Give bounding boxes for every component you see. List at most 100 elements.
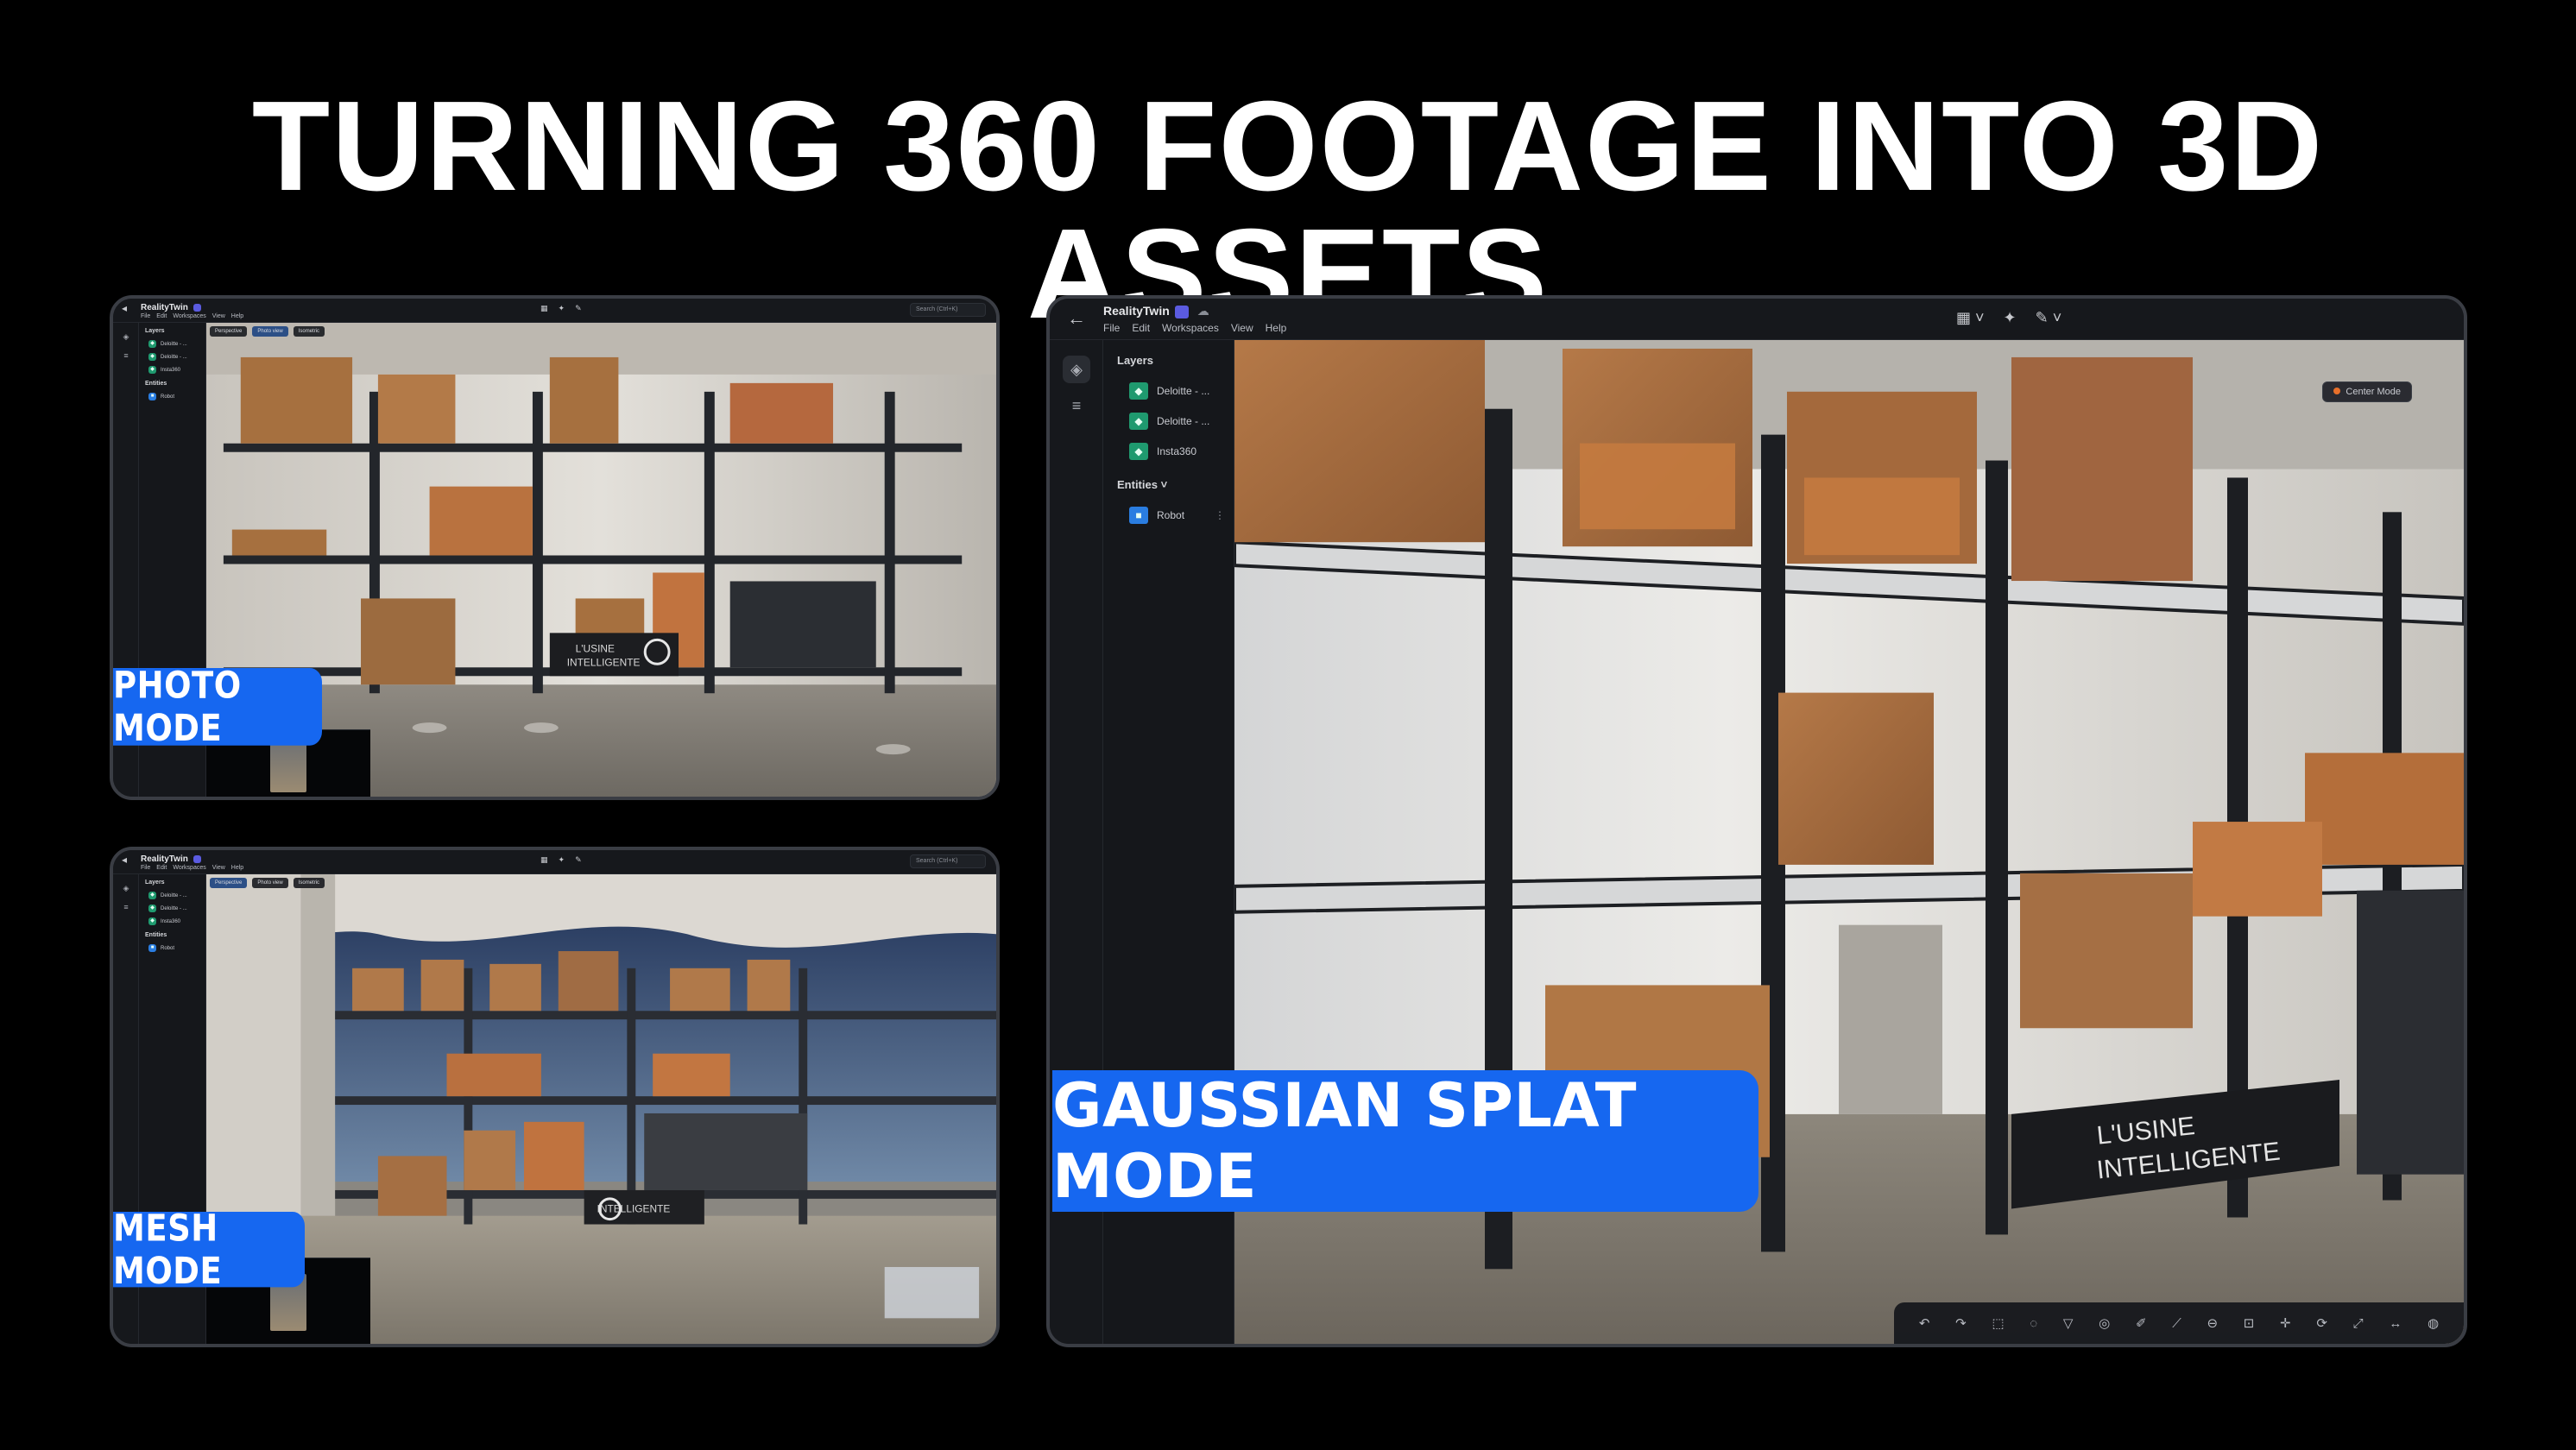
app-name: RealityTwin ☁ (1103, 304, 1209, 318)
layer-item[interactable]: ◆ Deloitte - ... (1112, 375, 1225, 406)
lasso-icon[interactable]: ◌ (2030, 1316, 2037, 1331)
splat-layer-icon: ◆ (148, 366, 156, 374)
pin-icon[interactable]: ✦ (559, 304, 565, 313)
gaussian-splat-mode-label: GAUSSIAN SPLAT MODE (1052, 1070, 1758, 1212)
redo-icon[interactable]: ↷ (1955, 1315, 1967, 1331)
layers-title: Layers (1117, 354, 1153, 367)
menu-help[interactable]: Help (231, 865, 243, 871)
layer-item[interactable]: ◆ Deloitte - ... (143, 902, 201, 915)
app-name: RealityTwin (141, 303, 201, 312)
photo-mode-label: PHOTO MODE (113, 664, 322, 749)
chevron-down-icon[interactable]: ˅ (1161, 478, 1168, 491)
rotate-icon[interactable]: ⟳ (2316, 1315, 2327, 1331)
menu-help[interactable]: Help (231, 313, 243, 319)
filter-icon[interactable]: ≡ (119, 349, 133, 362)
entity-item[interactable]: ■ Robot ⋮ (1112, 500, 1225, 530)
entities-title: Entities (145, 381, 167, 387)
menu-workspaces[interactable]: Workspaces (173, 865, 205, 871)
cloud-icon: ☁ (1196, 304, 1209, 318)
layer-item[interactable]: ◆ Insta360 (143, 363, 201, 376)
menu-file[interactable]: File (141, 313, 150, 319)
splat-layer-icon: ◆ (1129, 381, 1148, 400)
status-dot-icon (2333, 388, 2341, 394)
menu-workspaces[interactable]: Workspaces (1162, 322, 1219, 334)
move-icon[interactable]: ✛ (2280, 1315, 2291, 1331)
filter-icon[interactable]: ≡ (1063, 392, 1090, 419)
filter-icon[interactable]: ≡ (119, 900, 133, 914)
toolbar: ▦ ✦ ✎ (540, 304, 582, 313)
layer-item[interactable]: ◆ Deloitte - ... (143, 350, 201, 363)
menubar: File Edit Workspaces View Help (1103, 322, 1286, 334)
tab-isometric[interactable]: Isometric (293, 326, 325, 337)
search-input[interactable]: Search (Ctrl+K) (910, 854, 986, 868)
splat-layer-icon: ◆ (148, 340, 156, 348)
splat-layer-icon: ◆ (148, 905, 156, 912)
menu-view[interactable]: View (212, 313, 225, 319)
layer-item[interactable]: ◆ Deloitte - ... (143, 889, 201, 902)
menu-view[interactable]: View (1231, 322, 1253, 334)
warehouse-photo-render: L'USINE INTELLIGENTE (206, 323, 996, 797)
menubar: File Edit Workspaces View Help (141, 865, 243, 871)
sphere-icon[interactable]: ⊖ (2207, 1315, 2218, 1331)
signage-line2: INTELLIGENTE (567, 656, 641, 668)
box-icon[interactable]: ⊡ (2244, 1315, 2255, 1331)
layout-icon[interactable]: ▦ (540, 855, 548, 865)
layer-item[interactable]: ◆ Insta360 (1112, 436, 1225, 466)
menu-file[interactable]: File (141, 865, 150, 871)
menu-workspaces[interactable]: Workspaces (173, 313, 205, 319)
app-badge-icon (193, 303, 201, 312)
menu-edit[interactable]: Edit (156, 313, 167, 319)
menu-file[interactable]: File (1103, 322, 1120, 334)
tab-perspective[interactable]: Perspective (210, 326, 248, 337)
layout-icon[interactable]: ▦ (540, 304, 548, 313)
layers-icon[interactable]: ◈ (119, 881, 133, 895)
pin-icon[interactable]: ✦ (2004, 309, 2017, 327)
layout-icon[interactable]: ▦ ˅ (1956, 309, 1985, 327)
menu-view[interactable]: View (212, 865, 225, 871)
measure-icon[interactable]: ↔ (2389, 1316, 2402, 1331)
search-input[interactable]: Search (Ctrl+K) (910, 303, 986, 317)
eyedropper-icon[interactable]: ⟋ (2172, 1316, 2181, 1331)
entities-title: Entities ˅ (1117, 478, 1168, 491)
robot-icon: ■ (1129, 506, 1148, 524)
center-mode-chip[interactable]: Center Mode (2322, 381, 2412, 402)
splat-layer-icon: ◆ (1129, 412, 1148, 430)
target-icon[interactable]: ◎ (2099, 1315, 2110, 1331)
splat-layer-icon: ◆ (1129, 442, 1148, 460)
back-arrow-icon[interactable]: ◂ (122, 302, 127, 314)
globe-icon[interactable]: ◍ (2428, 1315, 2439, 1331)
menu-help[interactable]: Help (1266, 322, 1287, 334)
splat-layer-icon: ◆ (148, 917, 156, 925)
viewport-photo[interactable]: L'USINE INTELLIGENTE Perspective Photo v… (206, 323, 996, 797)
scale-icon[interactable]: ⤢ (2353, 1316, 2364, 1331)
ruler-icon[interactable]: ✎ ˅ (2036, 309, 2062, 327)
titlebar: ← RealityTwin ☁ File Edit Workspaces View… (1050, 299, 2464, 340)
viewport-tabs: Perspective Photo view Isometric (210, 878, 325, 888)
filter-icon[interactable]: ▽ (2063, 1315, 2074, 1331)
tab-photo-view[interactable]: Photo view (252, 878, 288, 888)
splat-layer-icon: ◆ (148, 892, 156, 899)
back-arrow-icon[interactable]: ← (1067, 307, 1086, 330)
bottom-toolbar: ↶ ↷ ⬚ ◌ ▽ ◎ ✐ ⟋ ⊖ ⊡ ✛ ⟳ ⤢ ↔ ◍ (1894, 1302, 2464, 1344)
menubar: File Edit Workspaces View Help (141, 313, 243, 319)
layer-item[interactable]: ◆ Deloitte - ... (1112, 406, 1225, 436)
layer-item[interactable]: ◆ Deloitte - ... (143, 337, 201, 350)
select-icon[interactable]: ⬚ (1992, 1315, 2004, 1331)
entity-item[interactable]: ■ Robot (143, 942, 201, 955)
tab-photo-view[interactable]: Photo view (252, 326, 288, 337)
undo-icon[interactable]: ↶ (1919, 1315, 1930, 1331)
menu-edit[interactable]: Edit (1132, 322, 1150, 334)
back-arrow-icon[interactable]: ◂ (122, 854, 127, 866)
layers-icon[interactable]: ◈ (1063, 356, 1090, 383)
layer-item[interactable]: ◆ Insta360 (143, 915, 201, 928)
tab-perspective[interactable]: Perspective (210, 878, 248, 888)
brush-icon[interactable]: ✐ (2136, 1315, 2147, 1331)
menu-edit[interactable]: Edit (156, 865, 167, 871)
more-vertical-icon[interactable]: ⋮ (1215, 509, 1225, 521)
tab-isometric[interactable]: Isometric (293, 878, 325, 888)
entity-item[interactable]: ■ Robot (143, 390, 201, 403)
pin-icon[interactable]: ✦ (559, 855, 565, 865)
ruler-icon[interactable]: ✎ (575, 304, 582, 313)
ruler-icon[interactable]: ✎ (575, 855, 582, 865)
layers-icon[interactable]: ◈ (119, 330, 133, 344)
